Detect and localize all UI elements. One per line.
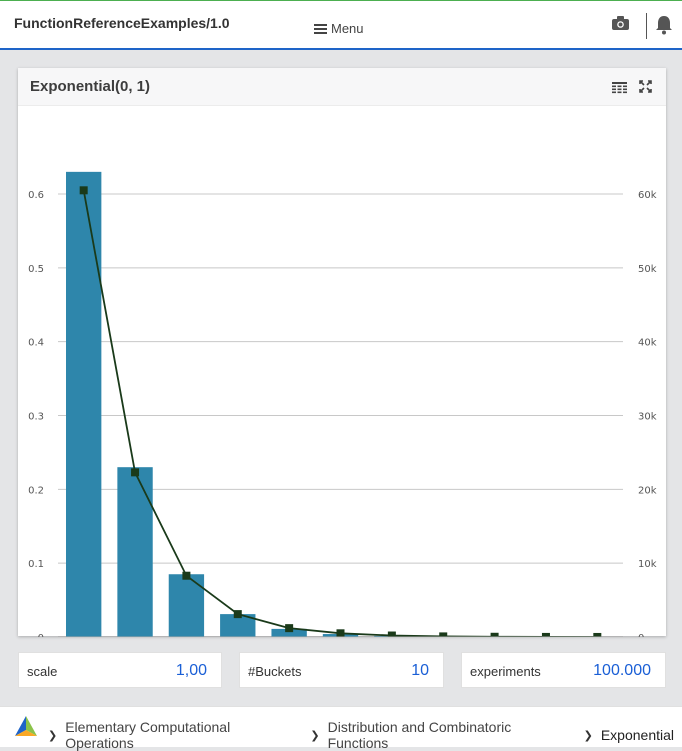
right-axis-tick-label: 0 [638, 633, 644, 637]
series-point [388, 632, 396, 637]
left-axis-tick-label: 0 [38, 633, 44, 637]
series-point [439, 632, 447, 637]
histogram-bar [66, 172, 101, 637]
param-scale[interactable]: scale 1,00 [18, 652, 222, 688]
left-axis-tick-label: 0.6 [28, 190, 44, 201]
chevron-right-icon: ❯ [310, 729, 319, 742]
series-point [593, 633, 601, 637]
breadcrumb-item[interactable]: Distribution and Combinatoric Functions [328, 719, 576, 751]
series-point [285, 624, 293, 632]
param-value[interactable]: 100.000 [593, 662, 651, 680]
breadcrumb-item[interactable]: Elementary Computational Operations [65, 719, 302, 751]
breadcrumb-item-current: Exponential [601, 727, 674, 743]
series-point [131, 468, 139, 476]
menu-label: Menu [331, 21, 364, 36]
card-title: Exponential(0, 1) [30, 78, 150, 95]
param-value[interactable]: 10 [411, 662, 429, 680]
chevron-right-icon: ❯ [48, 729, 57, 742]
series-line [84, 190, 598, 637]
left-axis-tick-label: 0.3 [28, 412, 44, 423]
table-view-icon[interactable] [612, 81, 627, 99]
app-title: FunctionReferenceExamples/1.0 [14, 15, 230, 31]
series-point [337, 629, 345, 637]
chart-line [80, 186, 602, 637]
param-label: experiments [470, 664, 541, 679]
top-bar: FunctionReferenceExamples/1.0 Menu [0, 0, 682, 50]
right-axis-tick-label: 30k [638, 412, 657, 423]
series-point [234, 610, 242, 618]
left-axis-tick-label: 0.2 [28, 485, 44, 496]
fullscreen-icon[interactable] [639, 80, 652, 98]
camera-icon[interactable] [612, 16, 629, 35]
breadcrumb: ❯ Elementary Computational Operations ❯ … [48, 719, 682, 751]
series-point [542, 633, 550, 637]
left-axis-tick-label: 0.1 [28, 559, 44, 570]
series-point [80, 186, 88, 194]
app-logo-icon[interactable] [14, 715, 38, 742]
menu-button[interactable]: Menu [314, 21, 364, 36]
left-axis-tick-label: 0.4 [28, 338, 44, 349]
card-header: Exponential(0, 1) [18, 68, 666, 106]
param-value[interactable]: 1,00 [176, 662, 207, 680]
chart-card: Exponential(0, 1) 0 0.1 0.2 0.3 0.4 0.5 0.6 0 10… [18, 68, 666, 636]
right-axis-tick-label: 20k [638, 485, 657, 496]
right-axis-tick-label: 40k [638, 338, 657, 349]
toolbar-divider [646, 13, 647, 39]
param-experiments[interactable]: experiments 100.000 [461, 652, 666, 688]
right-axis-tick-label: 60k [638, 190, 657, 201]
hamburger-icon [314, 24, 327, 34]
param-label: #Buckets [248, 664, 301, 679]
chevron-right-icon: ❯ [584, 729, 593, 742]
series-point [182, 572, 190, 580]
left-axis-tick-label: 0.5 [28, 264, 44, 275]
param-buckets[interactable]: #Buckets 10 [239, 652, 444, 688]
histogram-chart: 00.10.20.30.40.50.6010k20k30k40k50k60k01… [18, 106, 666, 637]
histogram-bar [117, 467, 152, 637]
right-axis-tick-label: 10k [638, 559, 657, 570]
right-axis-tick-label: 50k [638, 264, 657, 275]
series-point [491, 633, 499, 637]
bell-icon[interactable] [655, 15, 673, 40]
footer: ❯ Elementary Computational Operations ❯ … [0, 706, 682, 747]
param-label: scale [27, 664, 57, 679]
chart-bars [66, 172, 615, 637]
histogram-bar [169, 574, 204, 637]
